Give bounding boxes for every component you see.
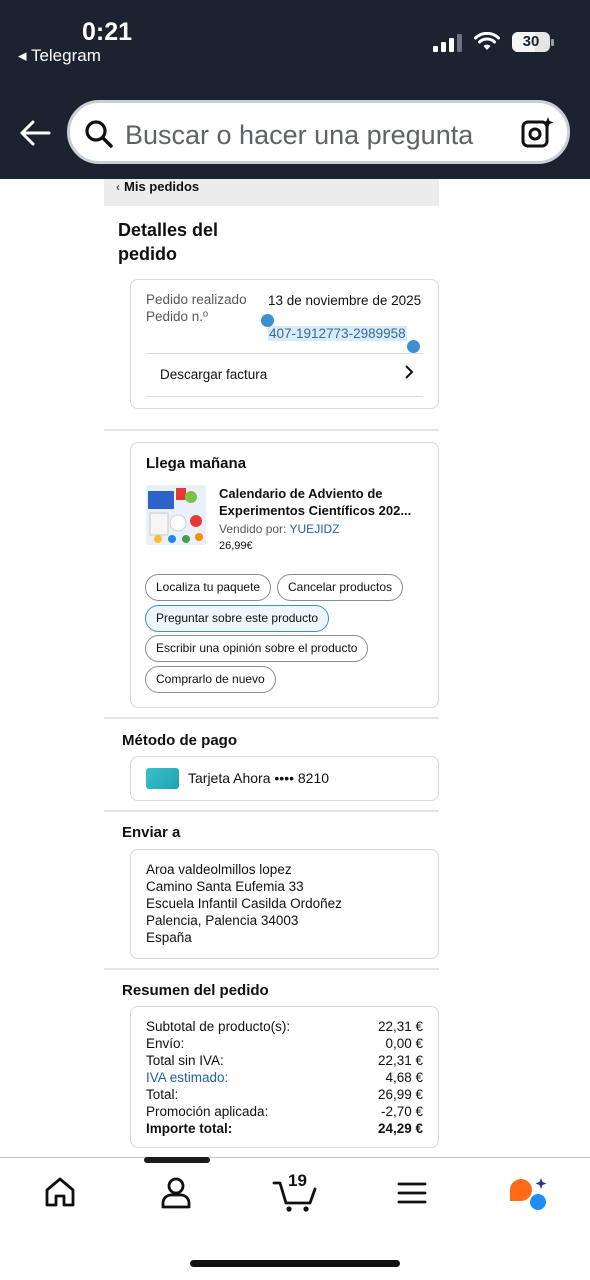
breadcrumb-label: Mis pedidos (124, 179, 200, 194)
delivery-card: Llega mañana Calendario de Adviento de E… (130, 442, 439, 708)
summary-row: Promoción aplicada: -2,70 € (146, 1104, 423, 1119)
write-review-button[interactable]: Escribir una opinión sobre el producto (145, 635, 369, 662)
summary-row: IVA estimado: 4,68 € (146, 1070, 423, 1085)
cancel-products-button[interactable]: Cancelar productos (277, 574, 404, 601)
battery-icon: 30 (512, 32, 554, 52)
credit-card-icon (146, 768, 179, 789)
order-date: 13 de noviembre de 2025 (268, 293, 422, 308)
status-icons: 30 (433, 32, 554, 52)
summary-row: Subtotal de producto(s): 22,31 € (146, 1019, 423, 1034)
summary-row: Envío: 0,00 € (146, 1036, 423, 1051)
product-image[interactable] (146, 485, 206, 545)
section-divider (104, 429, 439, 431)
section-divider (104, 810, 439, 812)
chevron-right-icon (405, 365, 414, 379)
search-input[interactable]: Buscar o hacer una pregunta (67, 100, 570, 164)
status-time: 0:21 (82, 18, 133, 46)
summary-row: Total sin IVA: 22,31 € (146, 1053, 423, 1068)
address-line: Camino Santa Eufemia 33 (146, 879, 304, 894)
product-title[interactable]: Calendario de Adviento de Experimentos C… (219, 485, 429, 519)
divider (146, 396, 423, 397)
ask-product-button[interactable]: Preguntar sobre este producto (145, 605, 330, 632)
order-details-page: ‹ Mis pedidos Detalles del pedido Pedido … (104, 179, 439, 1148)
search-icon (85, 120, 113, 148)
address-line: España (146, 930, 192, 945)
product-price: 26,99€ (219, 540, 253, 552)
top-header: 0:21 ◂ Telegram 30 Buscar o hacer una pr… (0, 0, 590, 179)
payment-card: Tarjeta Ahora •••• 8210 (130, 756, 439, 801)
address-line: Escuela Infantil Casilda Ordoñez (146, 896, 342, 911)
home-icon[interactable] (44, 1175, 76, 1209)
shipping-title: Enviar a (122, 824, 181, 841)
account-icon[interactable] (160, 1175, 192, 1209)
back-arrow-icon[interactable] (18, 116, 52, 150)
summary-title: Resumen del pedido (122, 982, 269, 999)
product-seller: Vendido por: YUEJIDZ (219, 522, 340, 536)
track-package-button[interactable]: Localiza tu paquete (145, 574, 272, 601)
breadcrumb[interactable]: ‹ Mis pedidos (104, 179, 439, 206)
home-indicator (190, 1260, 400, 1267)
seller-link[interactable]: YUEJIDZ (290, 522, 340, 536)
order-number-label: Pedido n.º (146, 309, 208, 324)
rufus-assistant-icon[interactable] (508, 1176, 550, 1212)
chevron-left-icon: ‹ (116, 180, 120, 194)
back-to-telegram-link[interactable]: ◂ Telegram (18, 46, 101, 66)
download-invoice-link[interactable]: Descargar factura (160, 367, 267, 382)
section-divider (104, 717, 439, 719)
address-line: Aroa valdeolmillos lopez (146, 862, 292, 877)
selection-handle-end[interactable] (407, 340, 420, 353)
menu-icon[interactable] (397, 1180, 427, 1206)
divider (146, 353, 423, 354)
summary-row: Total: 26,99 € (146, 1087, 423, 1102)
camera-search-icon[interactable] (519, 115, 555, 151)
order-info-card: Pedido realizado Pedido n.º 13 de noviem… (130, 279, 439, 409)
payment-title: Método de pago (122, 732, 237, 749)
order-summary-card: Subtotal de producto(s): 22,31 € Envío: 0,… (130, 1006, 439, 1148)
address-line: Palencia, Palencia 34003 (146, 913, 299, 928)
battery-level-text: 30 (522, 33, 540, 50)
signal-icon (433, 32, 462, 52)
delivery-title: Llega mañana (146, 455, 247, 472)
selection-handle-start[interactable] (261, 314, 274, 327)
cart-count-badge: 19 (288, 1171, 307, 1190)
search-placeholder: Buscar o hacer una pregunta (125, 120, 474, 150)
buy-again-button[interactable]: Comprarlo de nuevo (145, 666, 276, 693)
active-tab-indicator (144, 1157, 210, 1163)
order-placed-label: Pedido realizado (146, 292, 247, 307)
summary-total-row: Importe total: 24,29 € (146, 1121, 423, 1136)
wifi-icon (474, 32, 500, 50)
payment-method: Tarjeta Ahora •••• 8210 (188, 770, 330, 786)
order-number[interactable]: 407-1912773-2989958 (268, 326, 407, 341)
section-divider (104, 968, 439, 970)
estimated-vat-link[interactable]: IVA estimado: (146, 1070, 228, 1085)
shipping-address-card: Aroa valdeolmillos lopez Camino Santa Eu… (130, 849, 439, 959)
